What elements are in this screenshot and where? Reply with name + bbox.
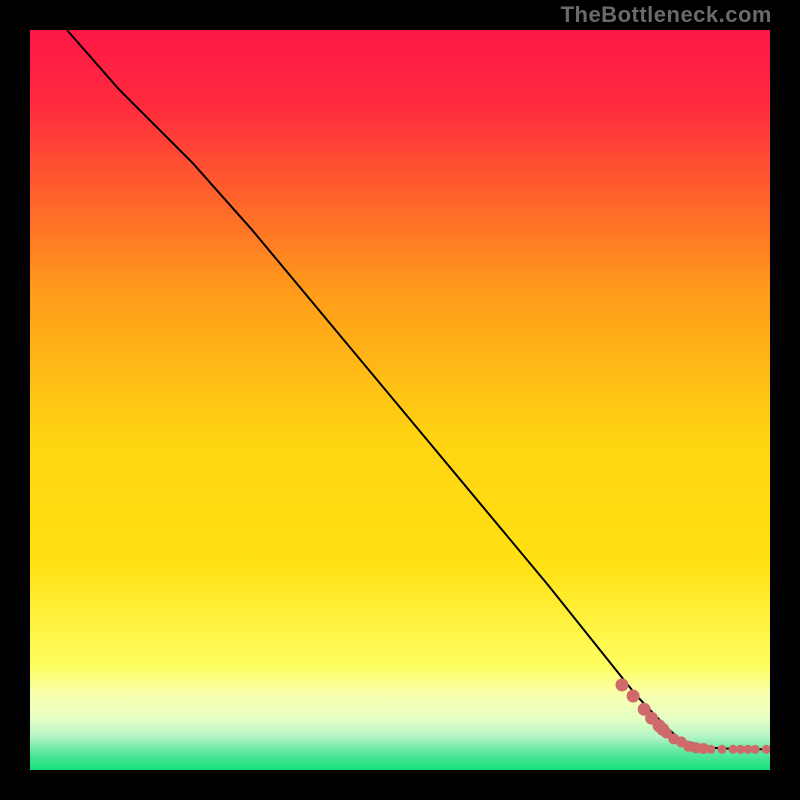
chart-frame: TheBottleneck.com [0,0,800,800]
chart-plot-area [30,30,770,770]
observed-point [706,745,715,754]
chart-background [30,30,770,770]
observed-point [751,745,760,754]
observed-point [717,745,726,754]
observed-point [627,690,640,703]
observed-point [616,678,629,691]
chart-svg [30,30,770,770]
watermark-label: TheBottleneck.com [561,2,772,28]
